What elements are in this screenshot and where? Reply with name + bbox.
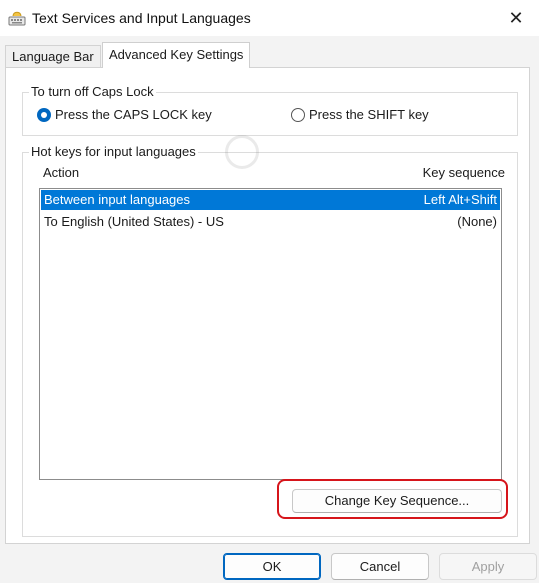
ok-button[interactable]: OK <box>223 553 321 580</box>
caps-lock-legend: To turn off Caps Lock <box>29 84 156 100</box>
tab-advanced-key-settings[interactable]: Advanced Key Settings <box>102 42 251 68</box>
radio-label: Press the CAPS LOCK key <box>55 107 212 122</box>
window-title: Text Services and Input Languages <box>32 10 251 26</box>
tab-panel: To turn off Caps Lock Press the CAPS LOC… <box>5 67 530 544</box>
close-button[interactable]: ✕ <box>493 0 539 36</box>
column-header-action[interactable]: Action <box>43 165 79 180</box>
list-item-key-sequence: (None) <box>457 214 497 229</box>
title-bar: Text Services and Input Languages ✕ <box>0 0 539 36</box>
radio-shift-key[interactable]: Press the SHIFT key <box>291 107 429 122</box>
list-item-key-sequence: Left Alt+Shift <box>423 192 497 207</box>
list-item[interactable]: Between input languages Left Alt+Shift <box>41 190 500 210</box>
caps-lock-group: To turn off Caps Lock Press the CAPS LOC… <box>22 84 518 136</box>
cancel-button[interactable]: Cancel <box>331 553 429 580</box>
watermark-logo <box>225 135 265 169</box>
tab-strip: Language Bar Advanced Key Settings <box>0 36 539 68</box>
list-item-action: To English (United States) - US <box>44 214 224 229</box>
column-header-key-sequence[interactable]: Key sequence <box>423 165 505 180</box>
radio-caps-lock-key[interactable]: Press the CAPS LOCK key <box>37 107 212 122</box>
apply-button[interactable]: Apply <box>439 553 537 580</box>
close-icon: ✕ <box>508 7 524 28</box>
lightbulb-icon <box>225 135 259 169</box>
dialog-window: Text Services and Input Languages ✕ Lang… <box>0 0 539 583</box>
radio-label: Press the SHIFT key <box>309 107 429 122</box>
hotkeys-legend: Hot keys for input languages <box>29 144 198 160</box>
list-item[interactable]: To English (United States) - US (None) <box>41 212 500 232</box>
hotkeys-list[interactable]: Between input languages Left Alt+Shift T… <box>39 188 502 480</box>
radio-unselected-icon <box>291 107 305 122</box>
radio-selected-icon <box>37 107 51 122</box>
list-item-action: Between input languages <box>44 192 191 207</box>
keyboard-icon <box>8 11 26 26</box>
highlight-box <box>277 479 508 519</box>
tab-language-bar[interactable]: Language Bar <box>5 45 101 68</box>
